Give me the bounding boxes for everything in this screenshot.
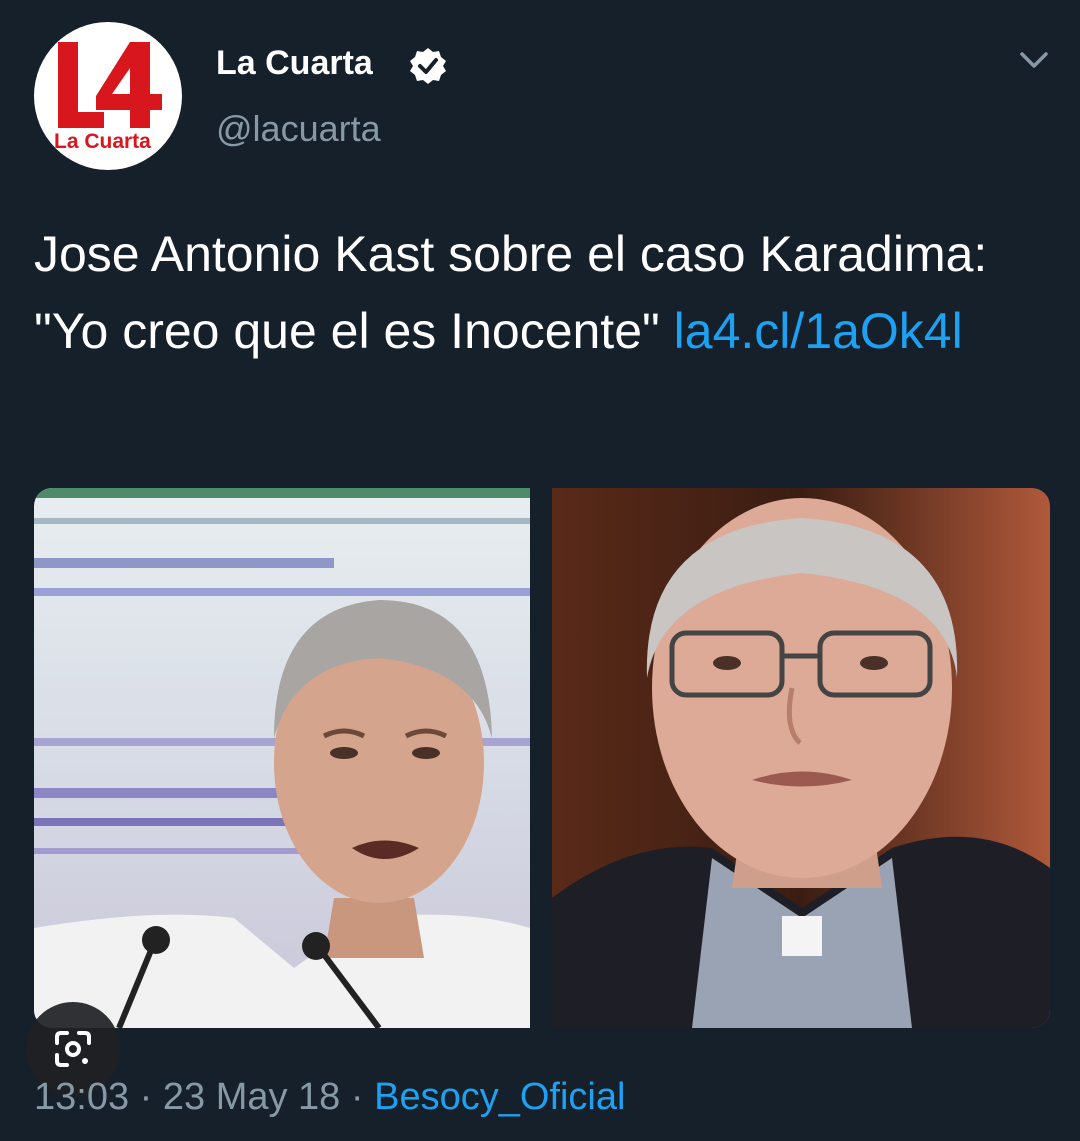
tweet-link[interactable]: la4.cl/1aOk4l (674, 303, 963, 359)
tweet-card: La Cuarta La Cuarta @lacuarta Jose Anton… (0, 0, 1080, 1141)
photo-left[interactable] (34, 488, 530, 1028)
avatar[interactable]: La Cuarta (34, 22, 182, 170)
tweet-time[interactable]: 13:03 (34, 1076, 129, 1118)
author-handle[interactable]: @lacuarta (216, 108, 381, 150)
tweet-media[interactable] (34, 488, 1050, 1028)
logo-caption: La Cuarta (54, 130, 151, 153)
tweet-source[interactable]: Besocy_Oficial (374, 1076, 625, 1118)
author-name[interactable]: La Cuarta (216, 44, 373, 83)
verified-badge-icon (410, 48, 446, 84)
tweet-text: Jose Antonio Kast sobre el caso Karadima… (34, 216, 1044, 370)
man-with-microphones-image (34, 488, 530, 1028)
photo-right[interactable] (552, 488, 1050, 1028)
lens-search-icon (55, 1031, 91, 1067)
tweet-meta: 13:03 · 23 May 18 · Besocy_Oficial (34, 1076, 625, 1119)
chevron-down-icon[interactable] (1016, 46, 1052, 76)
tweet-date[interactable]: 23 May 18 (163, 1076, 340, 1118)
meta-separator: · (350, 1076, 364, 1118)
elderly-priest-image (552, 488, 1050, 1028)
meta-separator: · (139, 1076, 153, 1118)
la-cuarta-logo-icon: La Cuarta (54, 42, 162, 153)
